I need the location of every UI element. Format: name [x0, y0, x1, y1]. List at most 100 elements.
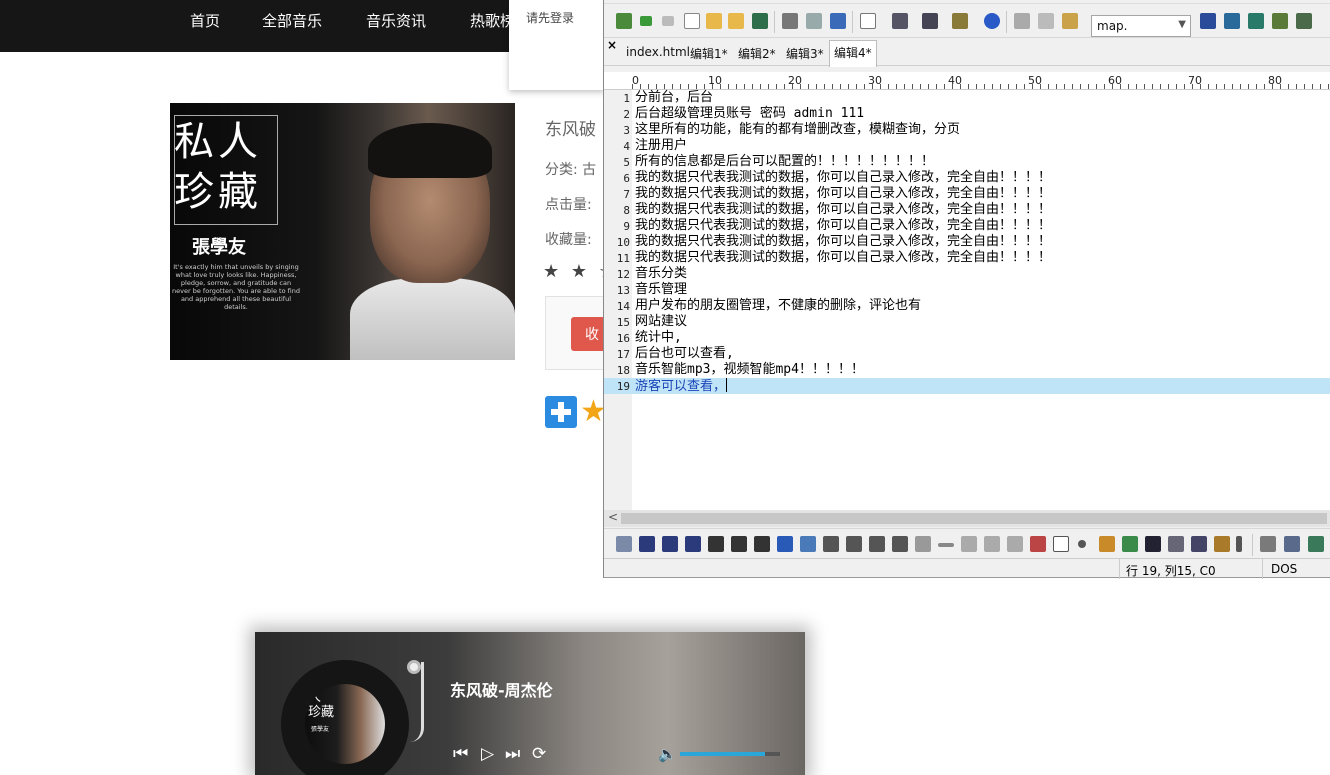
line-text[interactable]: 音乐分类	[635, 266, 687, 282]
tab-edit3[interactable]: 编辑3*	[782, 43, 828, 64]
color-picker-icon[interactable]	[1214, 536, 1230, 552]
editor-line[interactable]: 1 分前台，后台	[604, 90, 1330, 106]
find-prev-icon[interactable]	[1248, 13, 1264, 29]
align-right-icon[interactable]	[869, 536, 885, 552]
editor-line[interactable]: 14 用户发布的朋友圈管理，不健康的删除，评论也有	[604, 298, 1330, 314]
spellcheck-icon[interactable]	[830, 13, 846, 29]
line-text[interactable]: 我的数据只代表我测试的数据，你可以自己录入修改，完全自由！！！！	[635, 170, 1051, 186]
print-icon[interactable]	[782, 13, 798, 29]
current-line[interactable]: 19 游客可以查看，	[604, 378, 1330, 394]
goto-line-icon[interactable]	[1296, 13, 1312, 29]
paste-icon[interactable]	[1062, 13, 1078, 29]
close-icon[interactable]: ×	[607, 38, 617, 52]
select-icon[interactable]	[1030, 536, 1046, 552]
validate-icon[interactable]	[1308, 536, 1324, 552]
file-list-icon[interactable]	[952, 13, 968, 29]
editor-line[interactable]: 18 音乐智能mp3，视频智能mp4！！！！！	[604, 362, 1330, 378]
editor-line[interactable]: 13 音乐管理	[604, 282, 1330, 298]
line-text[interactable]: 分前台，后台	[635, 90, 713, 106]
open-recent-icon[interactable]	[728, 13, 744, 29]
editor-line[interactable]: 4 注册用户	[604, 138, 1330, 154]
editor-line[interactable]: 11 我的数据只代表我测试的数据，你可以自己录入修改，完全自由！！！！	[604, 250, 1330, 266]
help-icon[interactable]	[1236, 536, 1242, 552]
forward-arrow-icon[interactable]	[662, 16, 674, 26]
volume-slider[interactable]	[680, 752, 780, 756]
align-left-icon[interactable]	[823, 536, 839, 552]
link-icon[interactable]	[1168, 536, 1184, 552]
line-text[interactable]: 我的数据只代表我测试的数据，你可以自己录入修改，完全自由！！！！	[635, 250, 1051, 266]
tab-edit2[interactable]: 编辑2*	[734, 43, 780, 64]
italic-icon[interactable]	[662, 536, 678, 552]
editor-line[interactable]: 9 我的数据只代表我测试的数据，你可以自己录入修改，完全自由！！！！	[604, 218, 1330, 234]
editor-line[interactable]: 8 我的数据只代表我测试的数据，你可以自己录入修改，完全自由！！！！	[604, 202, 1330, 218]
nav-item-music-news[interactable]: 音乐资讯	[366, 10, 426, 31]
align-center-icon[interactable]	[846, 536, 862, 552]
line-text[interactable]: 统计中,	[635, 330, 682, 346]
word-wrap-icon[interactable]	[892, 13, 908, 29]
back-arrow-icon[interactable]	[640, 16, 652, 26]
line-text[interactable]: 游客可以查看，	[635, 378, 728, 395]
line-text[interactable]: 我的数据只代表我测试的数据，你可以自己录入修改，完全自由！！！！	[635, 186, 1051, 202]
copy-icon[interactable]	[1038, 13, 1054, 29]
line-text[interactable]: 音乐智能mp3，视频智能mp4！！！！！	[635, 362, 864, 378]
line-text[interactable]: 注册用户	[635, 138, 687, 154]
text-field-icon[interactable]	[961, 536, 977, 552]
numbered-list-icon[interactable]	[754, 536, 770, 552]
replace-icon[interactable]	[1272, 13, 1288, 29]
editor-line[interactable]: 17 后台也可以查看,	[604, 346, 1330, 362]
html-quickstart-icon[interactable]	[616, 536, 632, 552]
play-icon[interactable]: ▷	[481, 744, 494, 764]
line-text[interactable]: 用户发布的朋友圈管理，不健康的删除，评论也有	[635, 298, 921, 314]
scroll-left-icon[interactable]: <	[608, 510, 618, 524]
editor-line[interactable]: 3 这里所有的功能，能有的都有增删改查，模糊查询，分页	[604, 122, 1330, 138]
image-icon[interactable]	[1122, 536, 1138, 552]
cut-icon[interactable]	[1014, 13, 1030, 29]
line-text[interactable]: 后台超级管理员账号 密码 admin 111	[635, 106, 864, 122]
tab-index-html[interactable]: index.html	[622, 43, 694, 61]
open-folder-icon[interactable]	[706, 13, 722, 29]
editor-line[interactable]: 15 网站建议	[604, 314, 1330, 330]
horizontal-rule-icon[interactable]	[938, 543, 954, 547]
document-icon[interactable]	[860, 13, 876, 29]
chevron-down-icon[interactable]: ▼	[1178, 19, 1186, 30]
table-icon[interactable]	[1260, 536, 1276, 552]
editor-line[interactable]: 2 后台超级管理员账号 密码 admin 111	[604, 106, 1330, 122]
repeat-icon[interactable]: ⟳	[532, 744, 546, 764]
find-icon[interactable]	[1200, 13, 1216, 29]
browser-preview-icon[interactable]	[984, 13, 1000, 29]
font-color-icon[interactable]	[800, 536, 816, 552]
paragraph-icon[interactable]	[708, 536, 724, 552]
form-icon[interactable]	[915, 536, 931, 552]
open-project-icon[interactable]	[616, 13, 632, 29]
find-select[interactable]: map. ▼	[1091, 15, 1191, 37]
find-next-icon[interactable]	[1224, 13, 1240, 29]
nav-item-all-music[interactable]: 全部音乐	[262, 10, 322, 31]
line-text[interactable]: 音乐管理	[635, 282, 687, 298]
editor-line[interactable]: 5 所有的信息都是后台可以配置的！！！！！！！！！	[604, 154, 1330, 170]
editor-line[interactable]: 10 我的数据只代表我测试的数据，你可以自己录入修改，完全自由！！！！	[604, 234, 1330, 250]
font-icon[interactable]	[777, 536, 793, 552]
line-text[interactable]: 我的数据只代表我测试的数据，你可以自己录入修改，完全自由！！！！	[635, 234, 1051, 250]
hex-view-icon[interactable]	[922, 13, 938, 29]
underline-icon[interactable]	[685, 536, 701, 552]
bullet-list-icon[interactable]	[731, 536, 747, 552]
radio-icon[interactable]	[1078, 540, 1086, 548]
checkbox-icon[interactable]	[1053, 536, 1069, 552]
frame-icon[interactable]	[1099, 536, 1115, 552]
share-plus-icon[interactable]	[545, 396, 577, 428]
line-text[interactable]: 这里所有的功能，能有的都有增删改查，模糊查询，分页	[635, 122, 960, 138]
previous-icon[interactable]: ⏮	[453, 744, 468, 764]
new-file-icon[interactable]	[684, 13, 700, 29]
nav-item-home[interactable]: 首页	[190, 10, 220, 31]
table-cell-icon[interactable]	[1284, 536, 1300, 552]
tab-edit1[interactable]: 编辑1*	[686, 43, 732, 64]
tab-edit4[interactable]: 编辑4*	[829, 40, 877, 67]
scrollbar-thumb[interactable]	[621, 513, 1327, 524]
line-text[interactable]: 所有的信息都是后台可以配置的！！！！！！！！！	[635, 154, 934, 170]
editor-text-area[interactable]: 1 分前台，后台 2 后台超级管理员账号 密码 admin 111 3 这里所有的功能，能…	[604, 90, 1330, 510]
horizontal-scrollbar[interactable]: <	[604, 510, 1330, 527]
print-preview-icon[interactable]	[806, 13, 822, 29]
next-icon[interactable]: ⏭	[505, 744, 520, 764]
editor-line[interactable]: 16 统计中,	[604, 330, 1330, 346]
bold-icon[interactable]	[639, 536, 655, 552]
